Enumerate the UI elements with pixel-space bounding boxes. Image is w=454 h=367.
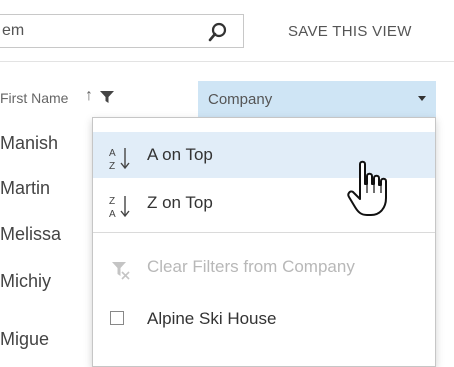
column-label-first-name: First Name (0, 90, 69, 106)
menu-label-a-on-top: A on Top (147, 145, 213, 164)
clear-filter-icon (112, 262, 130, 280)
sort-ascending-icon: ↑ (85, 87, 93, 104)
toolbar-divider (0, 61, 454, 62)
filter-option-alpine-ski-house[interactable]: Alpine Ski House (93, 296, 435, 342)
sort-a-z-icon: A Z (109, 148, 130, 171)
hand-pointer-icon (347, 160, 387, 216)
list-item[interactable]: Melissa (0, 224, 61, 245)
menu-item-clear-filters: Clear Filters from Company (93, 244, 435, 290)
list-item[interactable]: Manish (0, 133, 58, 154)
svg-text:Z: Z (109, 161, 115, 171)
svg-text:A: A (109, 209, 116, 219)
menu-label-z-on-top: Z on Top (147, 193, 213, 212)
filter-icon (100, 91, 114, 103)
svg-text:A: A (109, 148, 116, 159)
sort-z-a-icon: Z A (109, 196, 130, 219)
filter-checkbox[interactable] (110, 311, 124, 325)
column-header-first-name[interactable]: First Name ↑ (0, 80, 190, 116)
column-label-company: Company (208, 91, 273, 108)
list-item[interactable]: Michiy (0, 271, 51, 292)
menu-divider (93, 232, 435, 233)
list-item[interactable]: Martin (0, 178, 50, 199)
svg-text:Z: Z (109, 196, 115, 207)
search-icon[interactable] (207, 21, 229, 43)
column-header-company[interactable]: Company (198, 81, 436, 117)
search-box[interactable]: em (0, 14, 244, 48)
list-item[interactable]: Migue (0, 329, 49, 350)
save-view-button[interactable]: SAVE THIS VIEW (288, 23, 412, 40)
search-input[interactable]: em (2, 22, 24, 40)
menu-label-clear-filters: Clear Filters from Company (147, 257, 355, 276)
filter-option-label: Alpine Ski House (147, 309, 277, 328)
chevron-down-icon[interactable] (418, 96, 426, 101)
column-dropdown-menu: A Z A on Top Z A Z on Top Clear Filters … (92, 117, 436, 367)
